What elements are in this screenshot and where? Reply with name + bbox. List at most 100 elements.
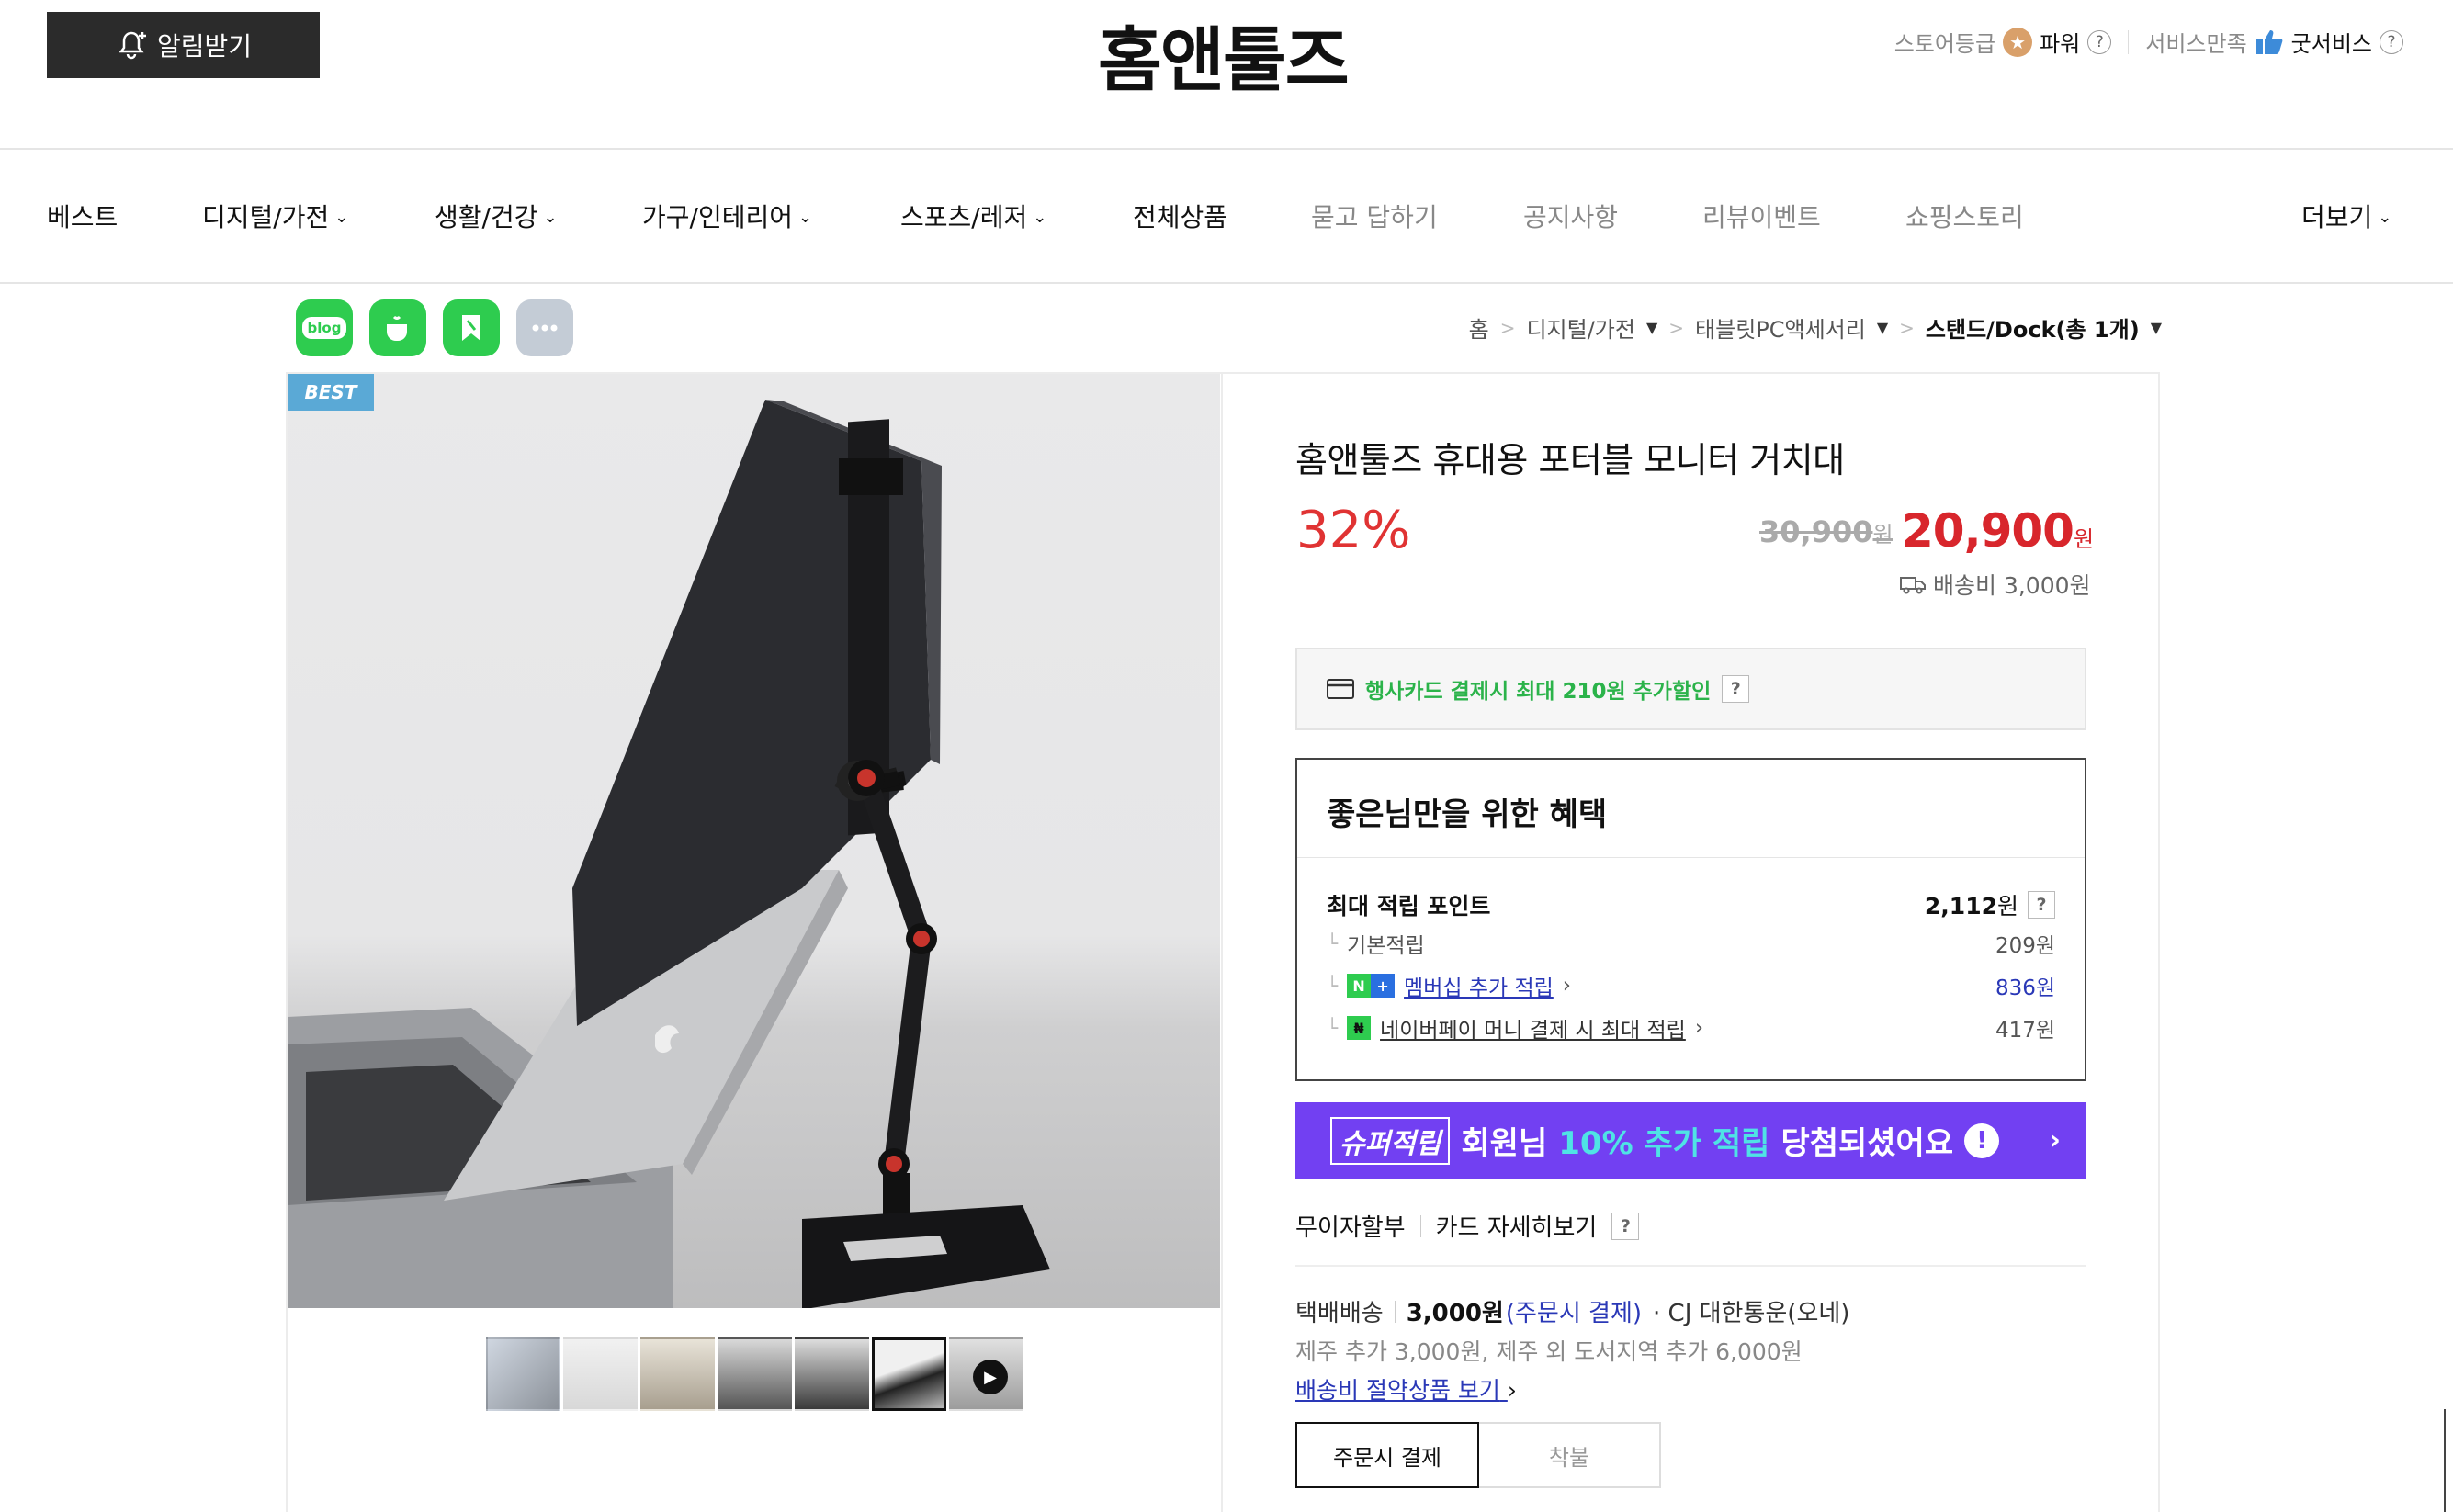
membership-link[interactable]: 멤버십 추가 적립 bbox=[1404, 970, 1554, 1001]
max-points-label: 최대 적립 포인트 bbox=[1327, 893, 1491, 920]
shipping-fee-text: 배송비 3,000원 bbox=[1933, 572, 2091, 599]
help-icon[interactable]: ? bbox=[1611, 1212, 1640, 1240]
nav-label: 스포츠/레저 bbox=[900, 202, 1028, 232]
nav-item-furniture[interactable]: 가구/인테리어 ⌄ bbox=[642, 197, 812, 234]
chevron-right-icon: › bbox=[1507, 1377, 1517, 1404]
divider bbox=[1419, 1214, 1421, 1237]
thumbnail[interactable] bbox=[718, 1337, 792, 1411]
chevron-right-icon: › bbox=[1562, 974, 1571, 998]
max-points-value: 2,112원 bbox=[1925, 888, 2018, 921]
service-label: 서비스만족 bbox=[2145, 31, 2247, 57]
divider bbox=[1221, 372, 1223, 1512]
membership-points-value: 836원 bbox=[1995, 976, 2055, 1000]
super-save-tag: 슈퍼적립 bbox=[1330, 1116, 1451, 1165]
nav-label: 공지사항 bbox=[1523, 202, 1619, 232]
delivery-carrier: · CJ 대한통운(오네) bbox=[1653, 1300, 1850, 1327]
help-icon[interactable]: ? bbox=[1722, 675, 1750, 703]
nav-item-more[interactable]: 더보기 ⌄ bbox=[2301, 197, 2391, 234]
store-grade-label: 스토어등급 bbox=[1893, 31, 1996, 57]
shipping-fee: 배송비 3,000원 bbox=[1900, 568, 2091, 601]
tree-branch-icon: └ bbox=[1327, 1017, 1339, 1039]
benefit-box: 좋은님만을 위한 혜택 최대 적립 포인트 2,112원? └ 기본적립 209원… bbox=[1295, 758, 2086, 1081]
breadcrumb-level1[interactable]: 디지털/가전 bbox=[1526, 311, 1635, 344]
play-icon: ▶ bbox=[973, 1360, 1008, 1394]
alarm-label: 알림받기 bbox=[156, 31, 253, 62]
thumbnail-selected[interactable] bbox=[872, 1337, 946, 1411]
thumbnail-video[interactable]: ▶ bbox=[949, 1337, 1023, 1411]
basic-points-row: └ 기본적립 209원 bbox=[1327, 928, 2055, 959]
share-keep-button[interactable] bbox=[443, 299, 500, 356]
chevron-right-icon: > bbox=[1499, 316, 1516, 339]
product-image bbox=[288, 400, 1050, 1308]
nav-item-digital[interactable]: 디지털/가전 ⌄ bbox=[202, 197, 348, 234]
nav-item-all[interactable]: 전체상품 bbox=[1133, 197, 1227, 234]
npay-points-value: 417원 bbox=[1995, 1019, 2055, 1043]
super-save-suffix: 당첨되셨어요 bbox=[1780, 1125, 1954, 1162]
help-icon[interactable]: ? bbox=[2028, 891, 2055, 919]
scrollbar[interactable] bbox=[2444, 1409, 2453, 1512]
caret-down-icon[interactable]: ▼ bbox=[1877, 319, 1888, 336]
delivery-row: 택배배송 3,000원 (주문시 결제) · CJ 대한통운(오네) bbox=[1295, 1294, 1849, 1328]
help-icon[interactable]: ? bbox=[2087, 29, 2112, 54]
store-logo[interactable]: 홈앤툴즈 bbox=[1098, 4, 1350, 105]
thumbnail[interactable] bbox=[563, 1337, 638, 1411]
super-save-accent: 10% 추가 적립 bbox=[1558, 1125, 1770, 1162]
nav-item-notice[interactable]: 공지사항 bbox=[1523, 197, 1618, 234]
service-value: 굿서비스 bbox=[2290, 31, 2372, 57]
chevron-down-icon: ⌄ bbox=[334, 208, 349, 227]
breadcrumb-home[interactable]: 홈 bbox=[1469, 311, 1489, 344]
more-dots-icon bbox=[532, 324, 558, 332]
nav-item-best[interactable]: 베스트 bbox=[47, 197, 118, 234]
share-more-button[interactable] bbox=[516, 299, 573, 356]
points-unit: 원 bbox=[1996, 893, 2018, 920]
pay-on-order-option[interactable]: 주문시 결제 bbox=[1295, 1422, 1479, 1488]
breadcrumb: 홈 > 디지털/가전 ▼ > 태블릿PC액세서리 ▼ > 스탠드/Dock(총 … bbox=[1469, 311, 2162, 344]
breadcrumb-level2[interactable]: 태블릿PC액세서리 bbox=[1695, 311, 1866, 344]
tree-branch-icon: └ bbox=[1327, 932, 1339, 954]
nav-item-review-event[interactable]: 리뷰이벤트 bbox=[1702, 197, 1821, 234]
delivery-extra: 제주 추가 3,000원, 제주 외 도서지역 추가 6,000원 bbox=[1295, 1338, 1803, 1365]
thumbs-up-icon bbox=[2255, 29, 2283, 54]
basic-points-value: 209원 bbox=[1995, 934, 2055, 958]
thumbnail[interactable] bbox=[795, 1337, 869, 1411]
cash-on-delivery-option[interactable]: 착불 bbox=[1479, 1422, 1661, 1488]
divider bbox=[1295, 1265, 2086, 1267]
chevron-down-icon: ⌄ bbox=[543, 208, 558, 227]
help-icon[interactable]: ? bbox=[2380, 29, 2403, 54]
shipping-save-text: 배송비 절약상품 보기 bbox=[1295, 1377, 1500, 1404]
alarm-button[interactable]: 알림받기 bbox=[47, 12, 320, 78]
breadcrumb-current[interactable]: 스탠드/Dock(총 1개) bbox=[1926, 311, 2140, 344]
share-blog-button[interactable]: blog bbox=[296, 299, 353, 356]
nav-label: 더보기 bbox=[2301, 202, 2373, 232]
shipping-save-link[interactable]: 배송비 절약상품 보기 › bbox=[1295, 1372, 1517, 1405]
delivery-method: 택배배송 bbox=[1295, 1300, 1384, 1327]
product-title: 홈앤툴즈 휴대용 포터블 모니터 거치대 bbox=[1295, 440, 1845, 480]
caret-down-icon[interactable]: ▼ bbox=[1646, 319, 1657, 336]
share-cafe-button[interactable] bbox=[369, 299, 426, 356]
tree-branch-icon: └ bbox=[1327, 975, 1339, 997]
chevron-down-icon: ⌄ bbox=[1033, 208, 1047, 227]
nav-item-shopping-story[interactable]: 쇼핑스토리 bbox=[1905, 197, 2024, 234]
sale-price: 20,900원 bbox=[1902, 504, 2094, 558]
currency-unit: 원 bbox=[2073, 526, 2094, 552]
thumbnail[interactable] bbox=[640, 1337, 715, 1411]
caret-down-icon[interactable]: ▼ bbox=[2151, 319, 2162, 336]
store-grade-value: 파워 bbox=[2040, 31, 2081, 57]
thumbnail[interactable] bbox=[486, 1337, 560, 1411]
nav-label: 베스트 bbox=[47, 202, 119, 232]
nav-item-sports[interactable]: 스포츠/레저 ⌄ bbox=[900, 197, 1046, 234]
product-photo[interactable] bbox=[288, 374, 1220, 1308]
super-save-banner[interactable]: 슈퍼적립 회원님 10% 추가 적립 당첨되셨어요 ! › bbox=[1295, 1102, 2086, 1179]
super-save-prefix: 회원님 bbox=[1461, 1125, 1548, 1162]
truck-icon bbox=[1900, 577, 1926, 594]
card-detail-link[interactable]: 카드 자세히보기 bbox=[1436, 1209, 1598, 1243]
npay-link[interactable]: 네이버페이 머니 결제 시 최대 적립 bbox=[1380, 1012, 1686, 1044]
currency-unit: 원 bbox=[1872, 522, 1893, 547]
basic-points-label: 기본적립 bbox=[1347, 934, 1425, 958]
chevron-right-icon: › bbox=[1694, 1016, 1704, 1040]
nav-item-living[interactable]: 생활/건강 ⌄ bbox=[435, 197, 558, 234]
store-grade: 스토어등급 ★ 파워 ? 서비스만족 굿서비스 ? bbox=[1894, 26, 2403, 58]
chevron-right-icon: › bbox=[2049, 1124, 2061, 1157]
blog-icon: blog bbox=[301, 317, 347, 339]
nav-item-qna[interactable]: 묻고 답하기 bbox=[1311, 197, 1438, 234]
